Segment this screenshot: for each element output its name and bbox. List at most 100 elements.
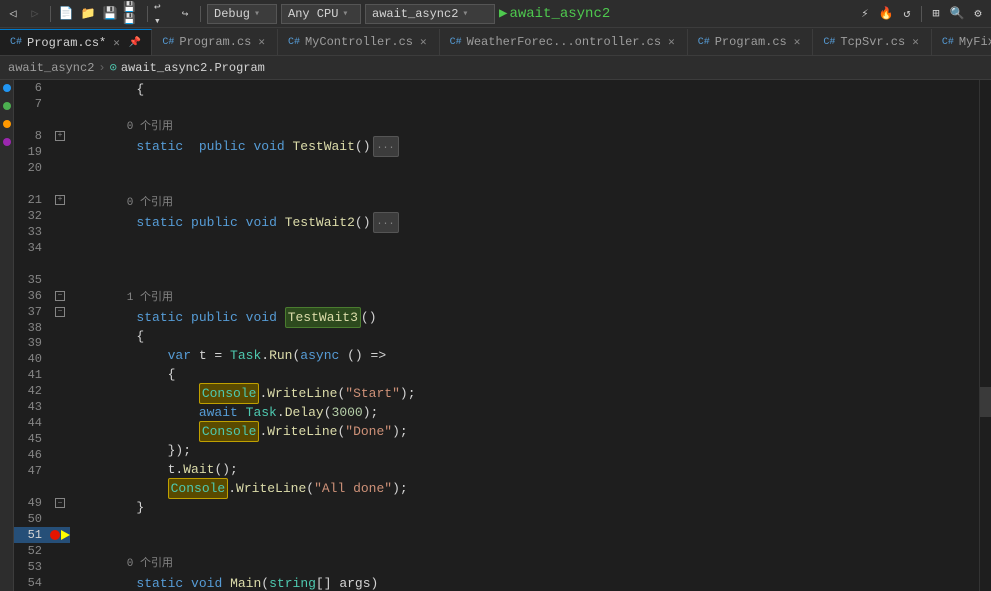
pin-icon-1[interactable]: 📌 — [129, 37, 141, 49]
open-icon[interactable]: 📁 — [79, 5, 97, 23]
tab-close-5[interactable]: ✕ — [792, 34, 803, 50]
code-line-35: static public void TestWait3 () — [74, 308, 979, 327]
ln-41: 41 — [14, 368, 50, 382]
undo-icon[interactable]: ↩ ▾ — [154, 5, 172, 23]
reload-icon[interactable]: ↺ — [898, 5, 916, 23]
ln-20: 20 — [14, 161, 50, 175]
ln-34: 34 — [14, 241, 50, 255]
code-line-36: { — [74, 327, 979, 346]
ln-21: 21 — [14, 193, 50, 207]
ln-36: 36 — [14, 289, 50, 303]
run-button[interactable]: ▶ await_async2 — [499, 5, 610, 22]
tab-close-1[interactable]: ✕ — [111, 35, 122, 51]
code-line-46 — [74, 517, 979, 536]
console-highlight-44: Console — [168, 478, 229, 499]
fold-36[interactable]: − — [55, 291, 65, 301]
activity-bar — [0, 80, 14, 591]
line-45: 45 — [14, 431, 70, 447]
line-42: 42 — [14, 383, 70, 399]
tab-label-3: MyController.cs — [305, 35, 413, 49]
back-icon[interactable]: ◁ — [4, 5, 22, 23]
code-line-21: static public void TestWait2() ... — [74, 213, 979, 232]
sep1 — [50, 6, 51, 22]
line-54: 54 — [14, 575, 70, 591]
search-icon[interactable]: 🔍 — [948, 5, 966, 23]
tab-close-4[interactable]: ✕ — [666, 34, 677, 50]
code-editor[interactable]: { 0 个引用 static public void TestWait() ..… — [70, 80, 979, 591]
layout-icon[interactable]: ⊞ — [927, 5, 945, 23]
fold-8[interactable]: + — [55, 131, 65, 141]
breadcrumb-project[interactable]: await_async2 — [8, 61, 94, 75]
tab-label-2: Program.cs — [179, 35, 251, 49]
code-line-39: Console . WriteLine ( "Start" ); — [74, 384, 979, 403]
line-46: 46 — [14, 447, 70, 463]
line-49: 49 − — [14, 495, 70, 511]
tab-close-3[interactable]: ✕ — [418, 34, 429, 50]
code-line-42: }); — [74, 441, 979, 460]
ln-52: 52 — [14, 544, 50, 558]
settings-icon[interactable]: ⚙ — [969, 5, 987, 23]
main-toolbar: ◁ ▷ 📄 📁 💾 💾💾 ↩ ▾ ↪ Debug ▾ Any CPU ▾ awa… — [0, 0, 991, 28]
tab-weatherforecast[interactable]: C# WeatherForec...ontroller.cs ✕ — [440, 29, 688, 55]
tab-mycontroller[interactable]: C# MyController.cs ✕ — [278, 29, 440, 55]
save-all-icon[interactable]: 💾💾 — [123, 5, 141, 23]
ln-50: 50 — [14, 512, 50, 526]
fold-37[interactable]: − — [55, 307, 65, 317]
cpu-dropdown[interactable]: Any CPU ▾ — [281, 4, 361, 24]
ln-46: 46 — [14, 448, 50, 462]
line-ref21 — [14, 176, 70, 192]
cpu-label: Any CPU — [288, 7, 338, 21]
ln-35: 35 — [14, 273, 50, 287]
tab-close-6[interactable]: ✕ — [910, 34, 921, 50]
cs-icon-2: C# — [162, 37, 174, 48]
line-53: 53 — [14, 559, 70, 575]
ln-43: 43 — [14, 400, 50, 414]
ln-33: 33 — [14, 225, 50, 239]
save-icon[interactable]: 💾 — [101, 5, 119, 23]
performance-icon[interactable]: ⚡ — [856, 5, 874, 23]
ln-45: 45 — [14, 432, 50, 446]
new-file-icon[interactable]: 📄 — [57, 5, 75, 23]
tab-program-cs-active[interactable]: C# Program.cs* ✕ 📌 — [0, 29, 152, 55]
code-line-7 — [74, 99, 979, 118]
code-refline-21: 0 个引用 — [74, 194, 979, 213]
code-line-43: t. Wait (); — [74, 460, 979, 479]
ln-42: 42 — [14, 384, 50, 398]
run-project-label: await_async2 — [509, 6, 610, 22]
redo-icon[interactable]: ↪ — [176, 5, 194, 23]
fire-icon[interactable]: 🔥 — [877, 5, 895, 23]
project-label: await_async2 — [372, 7, 458, 21]
line-38: 38 — [14, 320, 70, 336]
breakpoint-51[interactable] — [50, 530, 60, 540]
tab-myfixedfilter[interactable]: C# MyFixedFilter.cs ✕ — [932, 29, 991, 55]
project-dropdown[interactable]: await_async2 ▾ — [365, 4, 495, 24]
ln-54: 54 — [14, 576, 50, 590]
ln-38: 38 — [14, 321, 50, 335]
scroll-thumb[interactable] — [980, 387, 991, 417]
tab-tcpsvr[interactable]: C# TcpSvr.cs ✕ — [813, 29, 931, 55]
tab-program-cs-2[interactable]: C# Program.cs ✕ — [152, 29, 278, 55]
collapsed-8[interactable]: ... — [373, 136, 399, 157]
ln-53: 53 — [14, 560, 50, 574]
line-7: 7 — [14, 96, 70, 112]
debug-config-dropdown[interactable]: Debug ▾ — [207, 4, 277, 24]
cs-icon-3: C# — [288, 37, 300, 48]
cs-icon-6: C# — [823, 37, 835, 48]
breadcrumb-class[interactable]: await_async2.Program — [121, 61, 265, 75]
forward-icon[interactable]: ▷ — [26, 5, 44, 23]
ln-49: 49 — [14, 496, 50, 510]
tab-close-2[interactable]: ✕ — [256, 34, 267, 50]
tab-program-cs-3[interactable]: C# Program.cs ✕ — [688, 29, 814, 55]
line-21: 21 + — [14, 192, 70, 208]
code-line-45: } — [74, 498, 979, 517]
fold-49[interactable]: − — [55, 498, 65, 508]
fold-21[interactable]: + — [55, 195, 65, 205]
minimap-scrollbar[interactable] — [979, 80, 991, 591]
activity-dot-3 — [3, 120, 11, 128]
collapsed-21[interactable]: ... — [373, 212, 399, 233]
gc-51 — [50, 530, 70, 540]
line-ref48 — [14, 479, 70, 495]
cs-icon-4: C# — [450, 37, 462, 48]
tab-label-1: Program.cs* — [27, 36, 106, 50]
sep2 — [147, 6, 148, 22]
